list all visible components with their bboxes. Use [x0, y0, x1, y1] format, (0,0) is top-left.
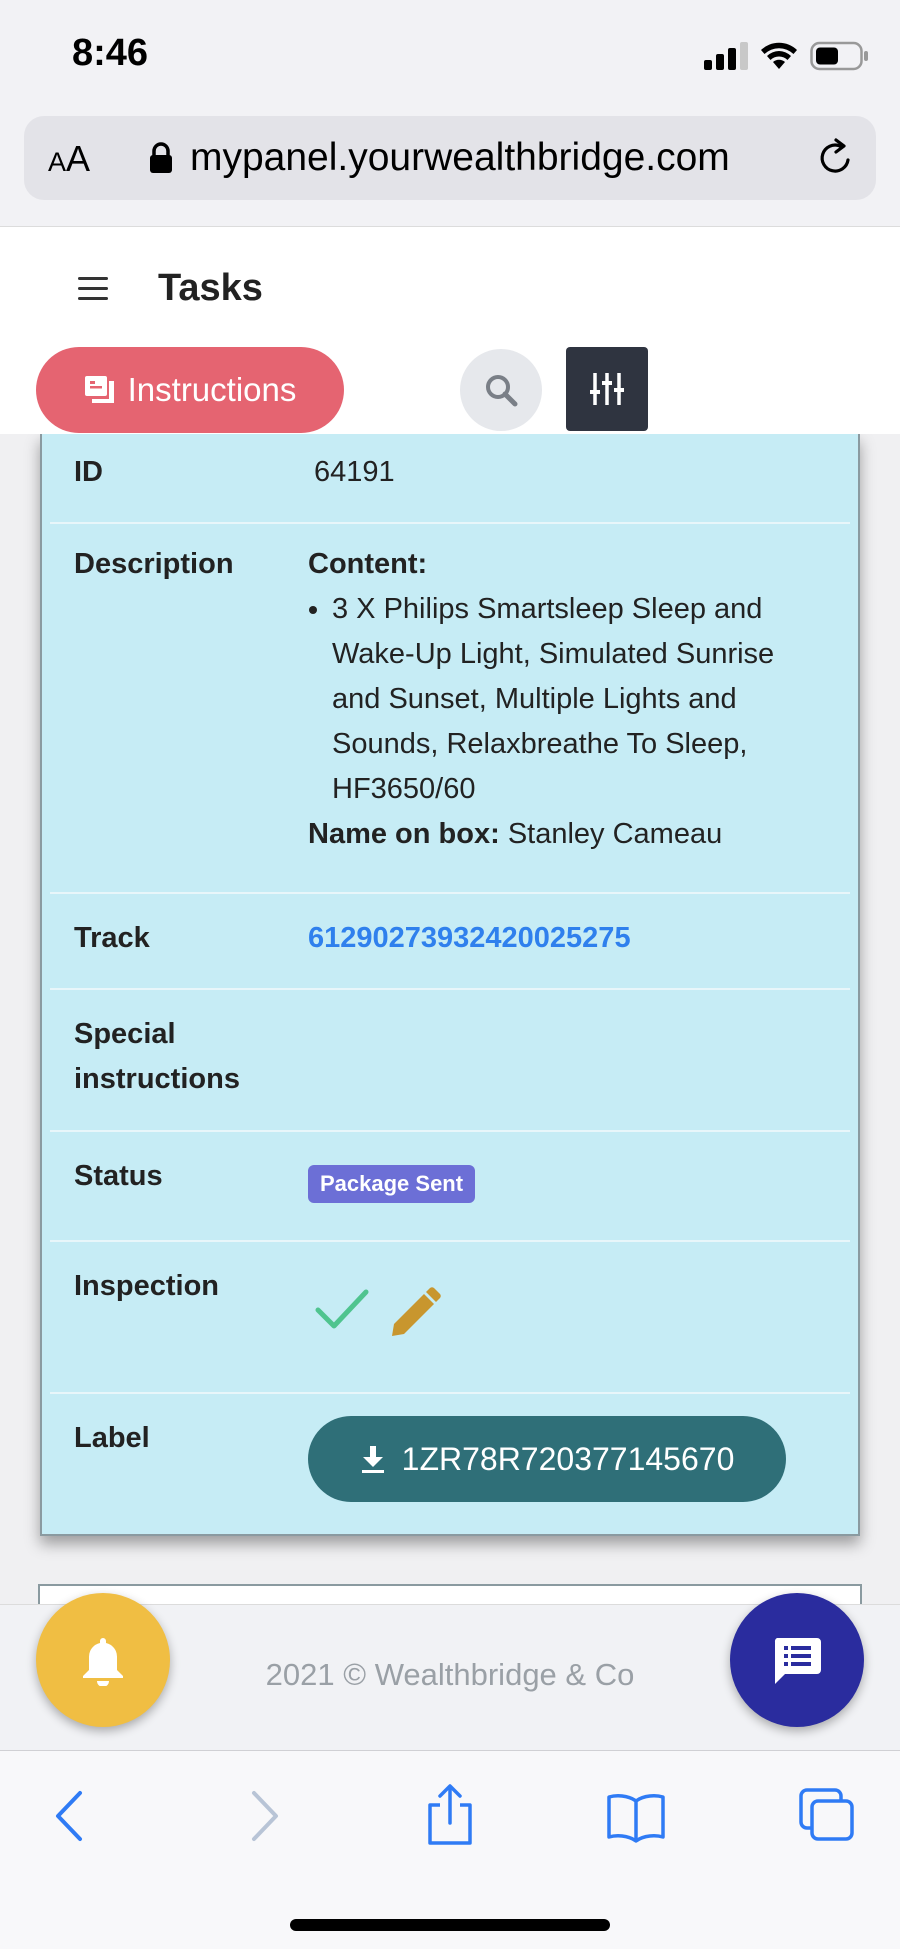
page-title: Tasks [158, 267, 263, 309]
name-on-box: Name on box: Stanley Cameau [308, 812, 828, 857]
notifications-button[interactable] [36, 1593, 170, 1727]
instructions-icon [84, 376, 114, 403]
row-inspection: Inspection [50, 1240, 850, 1394]
status-label: Status [74, 1160, 163, 1192]
browser-toolbar [0, 1750, 900, 1949]
label-label: Label [74, 1422, 150, 1454]
download-label-button[interactable]: 1ZR78R720377145670 [308, 1416, 786, 1502]
page-footer: 2021 © Wealthbridge & Co [0, 1593, 900, 1751]
content-item: 3 X Philips Smartsleep Sleep and Wake-Up… [332, 587, 828, 812]
lock-icon [150, 142, 172, 173]
address-bar[interactable]: AA mypanel.yourwealthbridge.com [24, 116, 876, 200]
back-icon[interactable] [50, 1789, 90, 1843]
instructions-label: Instructions [127, 371, 297, 408]
row-track: Track 61290273932420025275 [50, 892, 850, 990]
pencil-icon[interactable] [386, 1286, 442, 1342]
text-size-small-a: A [48, 147, 67, 177]
row-label: Label 1ZR78R720377145670 [50, 1392, 850, 1534]
id-label: ID [74, 456, 103, 488]
next-task-card [38, 1584, 862, 1604]
status-icons [704, 38, 870, 74]
reload-icon[interactable] [814, 136, 858, 180]
track-label: Track [74, 922, 150, 954]
check-icon[interactable] [314, 1286, 370, 1334]
content-list: 3 X Philips Smartsleep Sleep and Wake-Up… [308, 587, 828, 812]
chat-icon [774, 1638, 821, 1684]
filter-button[interactable] [566, 347, 648, 431]
track-link[interactable]: 61290273932420025275 [308, 916, 631, 961]
chat-button[interactable] [730, 1593, 864, 1727]
special-instructions-label: Special instructions [74, 1012, 240, 1102]
row-id: ID 64191 [50, 434, 850, 524]
battery-icon [810, 41, 868, 71]
download-icon [361, 1446, 384, 1473]
row-status: Status Package Sent [50, 1130, 850, 1242]
task-card: ID 64191 Description Content: 3 X Philip… [40, 434, 860, 1536]
search-button[interactable] [460, 349, 542, 431]
id-value: 64191 [314, 456, 395, 488]
app-header: Tasks Instructions [0, 226, 900, 435]
status-value: Package Sent [308, 1160, 476, 1205]
name-on-box-value: Stanley Cameau [507, 818, 723, 850]
filter-icon [590, 373, 624, 405]
search-icon [486, 375, 518, 407]
tabs-icon[interactable] [798, 1787, 856, 1843]
special-label-line1: Special [74, 1018, 176, 1050]
status-bar: 8:46 [0, 0, 900, 110]
wifi-icon [761, 42, 797, 69]
bookmarks-icon[interactable] [606, 1791, 666, 1843]
text-size-button[interactable]: AA [48, 138, 90, 180]
home-indicator [290, 1919, 610, 1931]
status-time: 8:46 [72, 32, 149, 74]
name-on-box-label: Name on box: [308, 818, 500, 850]
hamburger-icon[interactable] [78, 277, 108, 307]
row-description: Description Content: 3 X Philips Smartsl… [50, 522, 850, 894]
main-content[interactable]: ID 64191 Description Content: 3 X Philip… [0, 434, 900, 1604]
content-heading: Content: [308, 548, 428, 580]
status-badge: Package Sent [308, 1165, 476, 1203]
forward-icon[interactable] [244, 1789, 284, 1843]
inspection-label: Inspection [74, 1270, 220, 1302]
bell-icon [83, 1638, 123, 1686]
label-code: 1ZR78R720377145670 [401, 1440, 735, 1477]
special-label-line2: instructions [74, 1063, 240, 1095]
instructions-button[interactable]: Instructions [36, 347, 344, 433]
signal-icon [704, 42, 748, 70]
row-special-instructions: Special instructions [50, 988, 850, 1132]
description-label: Description [74, 548, 234, 580]
url-text[interactable]: mypanel.yourwealthbridge.com [190, 136, 730, 180]
share-icon[interactable] [424, 1783, 476, 1847]
description-value: Content: 3 X Philips Smartsleep Sleep an… [308, 542, 828, 857]
text-size-large-a: A [66, 138, 91, 179]
inspection-actions [314, 1286, 442, 1342]
